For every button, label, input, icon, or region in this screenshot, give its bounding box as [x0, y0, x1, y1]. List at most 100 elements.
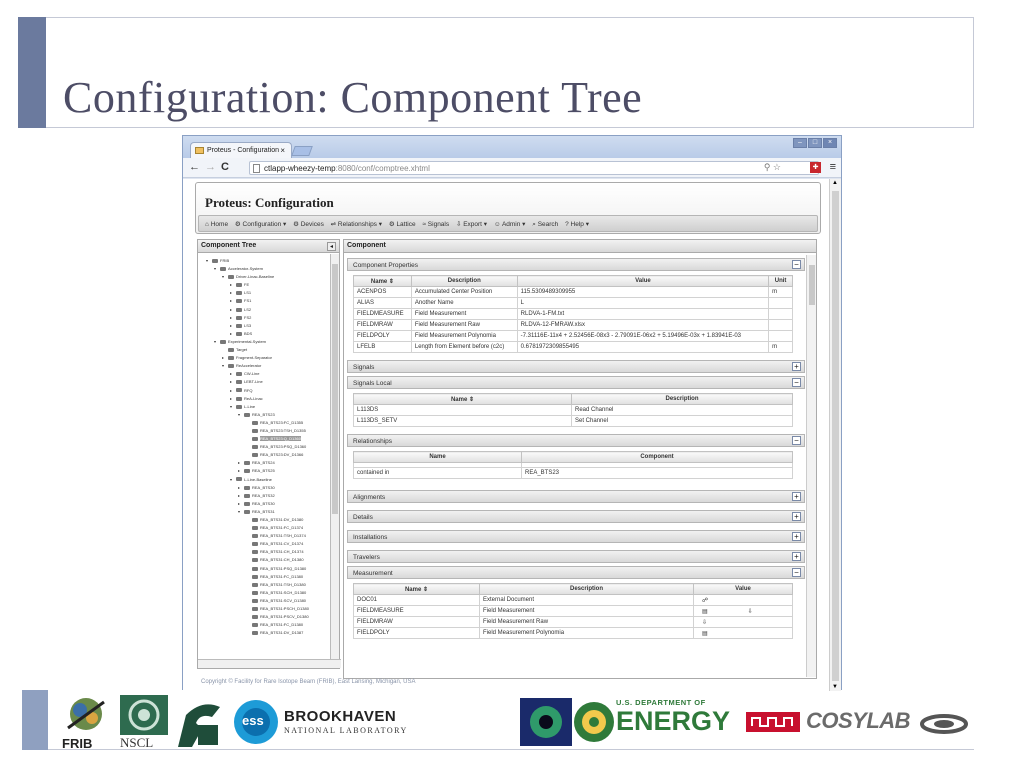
menu-signals[interactable]: ≈ Signals: [422, 221, 449, 228]
expand-icon[interactable]: +: [792, 492, 801, 501]
tree-node-label[interactable]: LS2: [244, 307, 251, 312]
tree-node-label[interactable]: REA_BTS31:SCV_D1380: [260, 598, 306, 603]
table-row[interactable]: FIELDMRAW Field Measurement Raw ⇩: [353, 616, 793, 628]
tree-node[interactable]: REA_BTS31:PSQ_D1380: [206, 565, 331, 573]
tree-node-label[interactable]: FRIB: [220, 258, 229, 263]
back-arrow-icon[interactable]: ←: [189, 161, 200, 173]
expand-icon[interactable]: +: [792, 532, 801, 541]
tree-node[interactable]: REA_BTS31:FC_D1374: [206, 524, 331, 532]
tree-node[interactable]: ▸ CW-Line: [206, 370, 331, 378]
tree-node[interactable]: ▸ BDS: [206, 330, 331, 338]
menu-icon[interactable]: ≡: [830, 161, 836, 173]
collapse-icon[interactable]: −: [792, 436, 801, 445]
tree-node-label[interactable]: L-Line: [244, 404, 255, 409]
collapse-icon[interactable]: −: [792, 378, 801, 387]
url-input[interactable]: ctlapp-wheezy-temp:8080/conf/comptree.xh…: [249, 161, 819, 175]
tree-node-label[interactable]: ReA-Linac: [244, 396, 263, 401]
value-icon[interactable]: ▤: [702, 609, 708, 615]
table-cell[interactable]: ☍: [693, 594, 793, 606]
new-tab-button[interactable]: [291, 146, 313, 156]
tree-node[interactable]: ▾ Experimental-System: [206, 338, 331, 346]
tree-node-label[interactable]: FS1: [244, 298, 251, 303]
tree-node[interactable]: REA_BTS31:FC_D1380: [206, 621, 331, 629]
tree-node[interactable]: ▸ FS2: [206, 314, 331, 322]
menu-configuration[interactable]: ⚙ Configuration ▾: [235, 221, 286, 228]
tab-close-icon[interactable]: ×: [280, 146, 285, 155]
tree-node[interactable]: REA_BTS31:PSCH_D1380: [206, 605, 331, 613]
table-row[interactable]: FIELDMEASURE Field Measurement RLDVA-1-FM.…: [353, 308, 793, 320]
tree-node[interactable]: ▸ Fragment-Separator: [206, 354, 331, 362]
tree-node-label[interactable]: REA_BTS31:FC_D1380: [260, 574, 303, 579]
tree-node-label[interactable]: REA_BTS31:PSQ_D1380: [260, 566, 306, 571]
tree-node-label[interactable]: REA_BTS31:DV_D1380: [260, 517, 303, 522]
menu-home[interactable]: ⌂ Home: [205, 221, 228, 228]
tree-node[interactable]: REA_BTS23:FC_D1355: [206, 419, 331, 427]
table-row[interactable]: L113DS Read Channel: [353, 404, 793, 416]
tree-node[interactable]: ▸ RFQ: [206, 387, 331, 395]
tree-node[interactable]: Target: [206, 346, 331, 354]
table-row[interactable]: DOC01 External Document ☍: [353, 594, 793, 606]
component-scrollbar[interactable]: [806, 255, 816, 677]
tree-node-label[interactable]: REA_BTS31:TSH_D1380: [260, 582, 306, 587]
tree-node-label[interactable]: Experimental-System: [228, 339, 266, 344]
tree-node[interactable]: ▾ Accelerator-System: [206, 265, 331, 273]
tree-node[interactable]: ▾ REA_BTS23: [206, 411, 331, 419]
tree-node[interactable]: REA_BTS31:FC_D1380: [206, 573, 331, 581]
tree-node-label[interactable]: REA_BTS30: [252, 501, 275, 506]
tree-node-label[interactable]: REA_BTS31:CH_D1374: [260, 549, 304, 554]
section-relationships[interactable]: Relationships −: [347, 434, 805, 447]
page-scrollbar[interactable]: ▲ ▼: [829, 179, 841, 691]
col-name[interactable]: Name ⇕: [353, 275, 412, 287]
close-button[interactable]: ×: [823, 138, 837, 148]
tree-node[interactable]: ▸ REA_BTS30: [206, 500, 331, 508]
menu-admin[interactable]: ☺ Admin ▾: [494, 221, 526, 228]
tree-node[interactable]: REA_BTS23:TSH_D1355: [206, 427, 331, 435]
tree-node-label[interactable]: REA_BTS30: [252, 485, 275, 490]
col-name[interactable]: Name ⇕: [353, 583, 480, 595]
tree-node-label[interactable]: REA_BTS31:PSCH_D1380: [260, 606, 309, 611]
tree-node[interactable]: ▸ REA_BTS25: [206, 467, 331, 475]
tree-node[interactable]: REA_BTS31:CH_D1374: [206, 548, 331, 556]
table-row[interactable]: contained in REA_BTS23: [353, 467, 793, 479]
section-travelers[interactable]: Travelers +: [347, 550, 805, 563]
tree-node[interactable]: ▸ REA_BTS30: [206, 484, 331, 492]
tree-node-label[interactable]: REA_BTS24: [252, 460, 275, 465]
tree-node-label[interactable]: REA_BTS31:FC_D1380: [260, 622, 303, 627]
tree-node-label[interactable]: REA_BTS31:TSH_D1374: [260, 533, 306, 538]
tree-node-label[interactable]: REA_BTS31: [252, 509, 275, 514]
tree-scroll-thumb[interactable]: [332, 264, 338, 514]
tree-node[interactable]: REA_BTS31:SCH_D1380: [206, 589, 331, 597]
tree-node-label[interactable]: REA_BTS31:PSCV_D1380: [260, 614, 309, 619]
tree-node-label[interactable]: REA_BTS31:CH_D1380: [260, 557, 304, 562]
scroll-up-icon[interactable]: ▲: [832, 180, 838, 186]
value-icon[interactable]: ▤: [702, 631, 708, 637]
tree-node-label[interactable]: REA_BTS31:FC_D1374: [260, 525, 303, 530]
tree-node[interactable]: ▾ REA_BTS31: [206, 508, 331, 516]
tree-node[interactable]: ▸ LEBT-Line: [206, 378, 331, 386]
tree-node[interactable]: ▸ REA_BTS24: [206, 459, 331, 467]
tree-node-label[interactable]: REA_BTS25: [252, 468, 275, 473]
table-row[interactable]: L113DS_SETV Set Channel: [353, 415, 793, 427]
menu-help[interactable]: ? Help ▾: [565, 221, 589, 228]
col-name[interactable]: Name ⇕: [353, 393, 572, 405]
tree-node-label[interactable]: REA_BTS23:DV_D1366: [260, 452, 303, 457]
section-signals-local[interactable]: Signals Local −: [347, 376, 805, 389]
collapse-left-icon[interactable]: ◂: [327, 242, 336, 251]
tree-node-label[interactable]: REA_BTS23:FC_D1355: [260, 420, 303, 425]
table-row[interactable]: FIELDMEASURE Field Measurement ▤ ⇩: [353, 605, 793, 617]
tree-node[interactable]: ▸ FE: [206, 281, 331, 289]
expand-icon[interactable]: +: [792, 552, 801, 561]
tree-node[interactable]: REA_BTS31:SCV_D1380: [206, 597, 331, 605]
table-cell[interactable]: ▤ ⇩: [693, 605, 793, 617]
table-row[interactable]: FIELDPOLY Field Measurement Polynomia ▤: [353, 627, 793, 639]
tree-node[interactable]: ▾ L-Line-Baseline: [206, 476, 331, 484]
tree-node-label[interactable]: REA_BTS23: [252, 412, 275, 417]
tree-node[interactable]: REA_BTS23:PSQ_D1360: [206, 443, 331, 451]
table-row[interactable]: FIELDPOLY Field Measurement Polynomia -7.3…: [353, 330, 793, 342]
table-row[interactable]: LFELB Length from Element before (c2c) 0.6…: [353, 341, 793, 353]
tree-node-label[interactable]: BDS: [244, 331, 252, 336]
tree-node-label[interactable]: REA_BTS23:Q_D1360: [260, 436, 301, 442]
tree-node[interactable]: REA_BTS31:TSH_D1374: [206, 532, 331, 540]
table-row[interactable]: ALIAS Another Name L: [353, 297, 793, 309]
tree-node-label[interactable]: Driver-Linac-Baseline: [236, 274, 274, 279]
